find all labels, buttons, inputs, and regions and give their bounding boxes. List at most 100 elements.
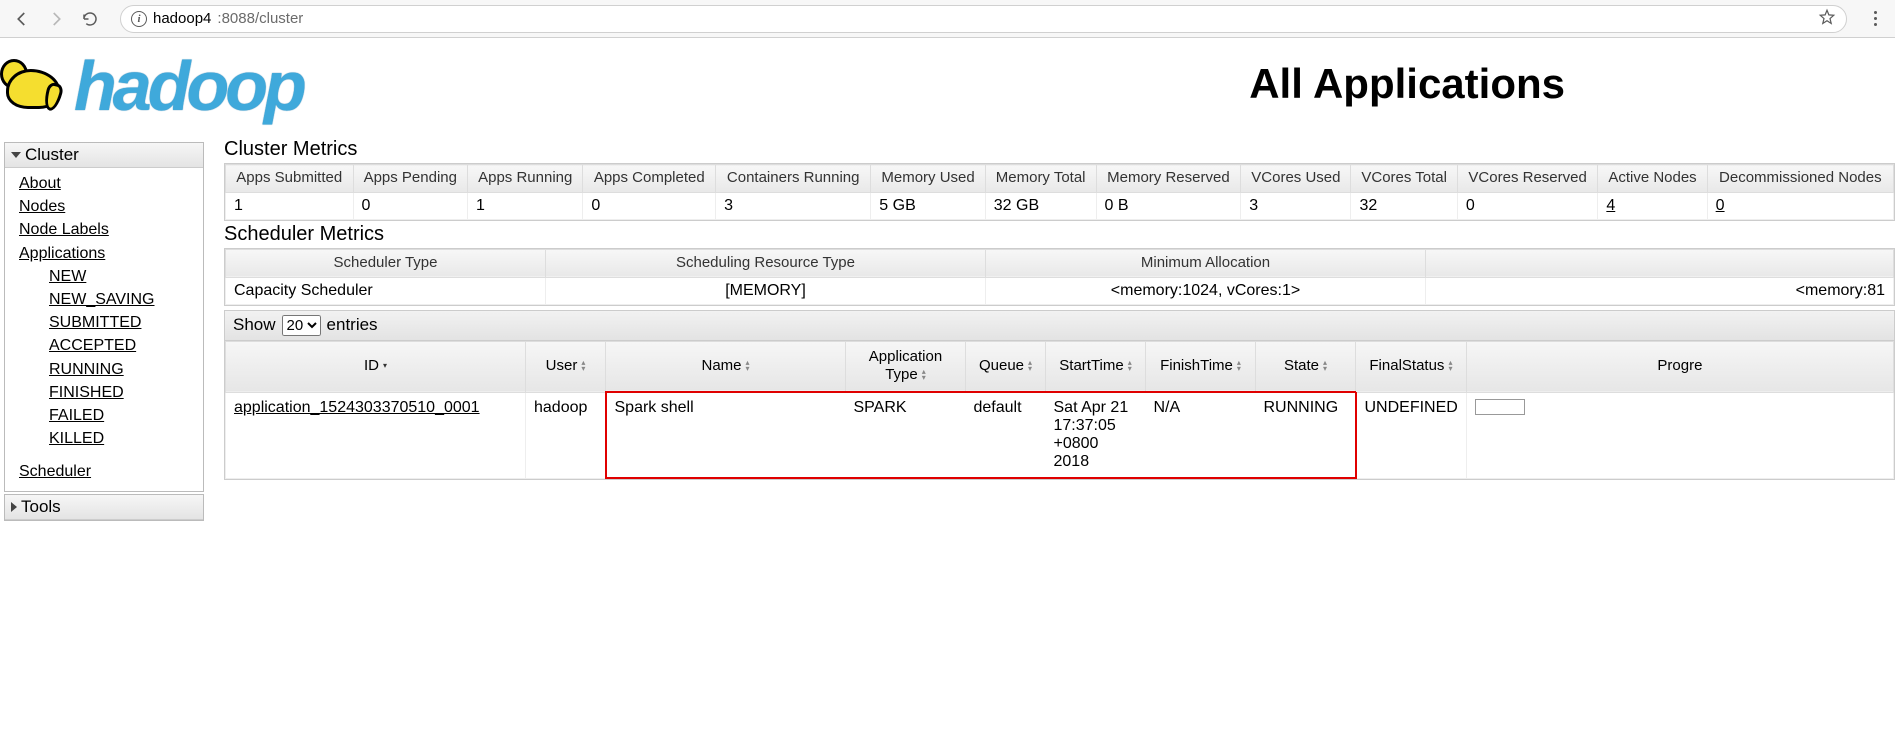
apps-h-type[interactable]: Application Type▴▾ <box>846 341 966 392</box>
sm-h-2[interactable]: Minimum Allocation <box>986 249 1426 277</box>
sidebar-tools-box: Tools <box>4 494 204 521</box>
sidebar-link-nodes[interactable]: Nodes <box>19 195 197 218</box>
sm-v-1: [MEMORY] <box>546 277 986 304</box>
cm-v-12: 0 <box>1707 192 1893 219</box>
sidebar-tools-header[interactable]: Tools <box>5 495 203 520</box>
cm-v-4: 3 <box>716 192 871 219</box>
sidebar-link-state-accepted[interactable]: ACCEPTED <box>49 334 197 357</box>
sidebar-link-state-failed[interactable]: FAILED <box>49 404 197 427</box>
site-info-icon[interactable]: i <box>131 11 147 27</box>
app-queue-cell: default <box>966 392 1046 478</box>
cm-v-1: 0 <box>353 192 468 219</box>
cm-h-11[interactable]: Active Nodes <box>1598 165 1707 193</box>
browser-menu-icon[interactable] <box>1865 11 1885 26</box>
back-button[interactable] <box>10 7 34 31</box>
bookmark-icon[interactable] <box>1818 8 1836 30</box>
cm-v-0: 1 <box>226 192 354 219</box>
sidebar: Cluster About Nodes Node Labels Applicat… <box>4 142 204 523</box>
sidebar-link-applications[interactable]: Applications <box>19 242 197 265</box>
elephant-icon <box>0 51 70 121</box>
apps-h-id[interactable]: ID▾ <box>226 341 526 392</box>
app-id-link[interactable]: application_1524303370510_0001 <box>234 399 480 416</box>
sort-icon: ▴▾ <box>1237 360 1241 372</box>
sort-icon: ▴▾ <box>922 369 926 381</box>
cm-h-0[interactable]: Apps Submitted <box>226 165 354 193</box>
sort-icon: ▴▾ <box>1448 360 1452 372</box>
app-type-cell: SPARK <box>846 392 966 478</box>
show-prefix: Show <box>233 315 276 335</box>
cm-h-10[interactable]: VCores Reserved <box>1457 165 1597 193</box>
main-content: Cluster Metrics Apps Submitted Apps Pend… <box>224 136 1895 480</box>
apps-h-name[interactable]: Name▴▾ <box>606 341 846 392</box>
sm-h-1[interactable]: Scheduling Resource Type <box>546 249 986 277</box>
cm-h-6[interactable]: Memory Total <box>985 165 1096 193</box>
apps-h-state[interactable]: State▴▾ <box>1256 341 1356 392</box>
sm-h-3[interactable] <box>1426 249 1894 277</box>
sidebar-link-about[interactable]: About <box>19 172 197 195</box>
sidebar-link-state-running[interactable]: RUNNING <box>49 358 197 381</box>
decommissioned-nodes-link[interactable]: 0 <box>1716 197 1725 214</box>
app-start-cell: Sat Apr 21 17:37:05 +0800 2018 <box>1046 392 1146 478</box>
forward-button[interactable] <box>44 7 68 31</box>
cm-v-7: 0 B <box>1096 192 1241 219</box>
sort-icon: ▴▾ <box>1028 360 1032 372</box>
sort-icon: ▴▾ <box>1128 360 1132 372</box>
url-rest: :8088/cluster <box>217 10 303 27</box>
apps-h-finish[interactable]: FinishTime▴▾ <box>1146 341 1256 392</box>
app-user-cell: hadoop <box>526 392 606 478</box>
browser-toolbar: i hadoop4:8088/cluster <box>0 0 1895 38</box>
apps-h-progress[interactable]: Progre <box>1466 341 1893 392</box>
app-name-cell: Spark shell <box>606 392 846 478</box>
sm-h-0[interactable]: Scheduler Type <box>226 249 546 277</box>
sidebar-link-state-new[interactable]: NEW <box>49 265 197 288</box>
app-progress-cell <box>1466 392 1893 478</box>
sidebar-link-node-labels[interactable]: Node Labels <box>19 218 197 241</box>
sidebar-link-state-finished[interactable]: FINISHED <box>49 381 197 404</box>
table-row: application_1524303370510_0001 hadoop Sp… <box>226 392 1894 478</box>
cm-h-2[interactable]: Apps Running <box>468 165 583 193</box>
cm-v-10: 0 <box>1457 192 1597 219</box>
sidebar-link-state-submitted[interactable]: SUBMITTED <box>49 311 197 334</box>
cm-h-9[interactable]: VCores Total <box>1351 165 1457 193</box>
cm-h-3[interactable]: Apps Completed <box>583 165 716 193</box>
apps-h-queue[interactable]: Queue▴▾ <box>966 341 1046 392</box>
sidebar-link-state-killed[interactable]: KILLED <box>49 427 197 450</box>
caret-down-icon <box>11 152 21 158</box>
sort-icon: ▴▾ <box>581 360 585 372</box>
apps-table: ID▾ User▴▾ Name▴▾ Application Type▴▾ Que… <box>225 341 1894 480</box>
active-nodes-link[interactable]: 4 <box>1606 197 1615 214</box>
sidebar-link-scheduler[interactable]: Scheduler <box>19 460 197 483</box>
sm-v-2: <memory:1024, vCores:1> <box>986 277 1426 304</box>
app-id-cell: application_1524303370510_0001 <box>226 392 526 478</box>
cm-v-3: 0 <box>583 192 716 219</box>
apps-h-start[interactable]: StartTime▴▾ <box>1046 341 1146 392</box>
cm-h-8[interactable]: VCores Used <box>1241 165 1351 193</box>
cm-h-5[interactable]: Memory Used <box>871 165 985 193</box>
cm-h-1[interactable]: Apps Pending <box>353 165 468 193</box>
sidebar-cluster-label: Cluster <box>25 145 79 165</box>
apps-h-user[interactable]: User▴▾ <box>526 341 606 392</box>
sm-v-3: <memory:81 <box>1426 277 1894 304</box>
cm-v-2: 1 <box>468 192 583 219</box>
scheduler-metrics-table-wrap: Scheduler Type Scheduling Resource Type … <box>224 248 1895 306</box>
entries-select[interactable]: 20 <box>282 315 321 336</box>
apps-h-finalstatus[interactable]: FinalStatus▴▾ <box>1356 341 1467 392</box>
address-bar[interactable]: i hadoop4:8088/cluster <box>120 5 1847 33</box>
scheduler-metrics-table: Scheduler Type Scheduling Resource Type … <box>225 249 1894 305</box>
cm-h-12[interactable]: Decommissioned Nodes <box>1707 165 1893 193</box>
sort-icon: ▴▾ <box>1323 360 1327 372</box>
caret-right-icon <box>11 502 17 512</box>
cm-v-11: 4 <box>1598 192 1707 219</box>
cm-h-4[interactable]: Containers Running <box>716 165 871 193</box>
sm-v-0: Capacity Scheduler <box>226 277 546 304</box>
app-finalstatus-cell: UNDEFINED <box>1356 392 1467 478</box>
reload-button[interactable] <box>78 7 102 31</box>
cluster-metrics-table: Apps Submitted Apps Pending Apps Running… <box>225 164 1894 220</box>
logo-text: hadoop <box>74 46 303 126</box>
cm-h-7[interactable]: Memory Reserved <box>1096 165 1241 193</box>
sidebar-link-state-new-saving[interactable]: NEW_SAVING <box>49 288 197 311</box>
sidebar-cluster-header[interactable]: Cluster <box>5 143 203 168</box>
scheduler-metrics-title: Scheduler Metrics <box>224 223 1895 246</box>
cm-v-8: 3 <box>1241 192 1351 219</box>
sidebar-cluster-box: Cluster About Nodes Node Labels Applicat… <box>4 142 204 492</box>
